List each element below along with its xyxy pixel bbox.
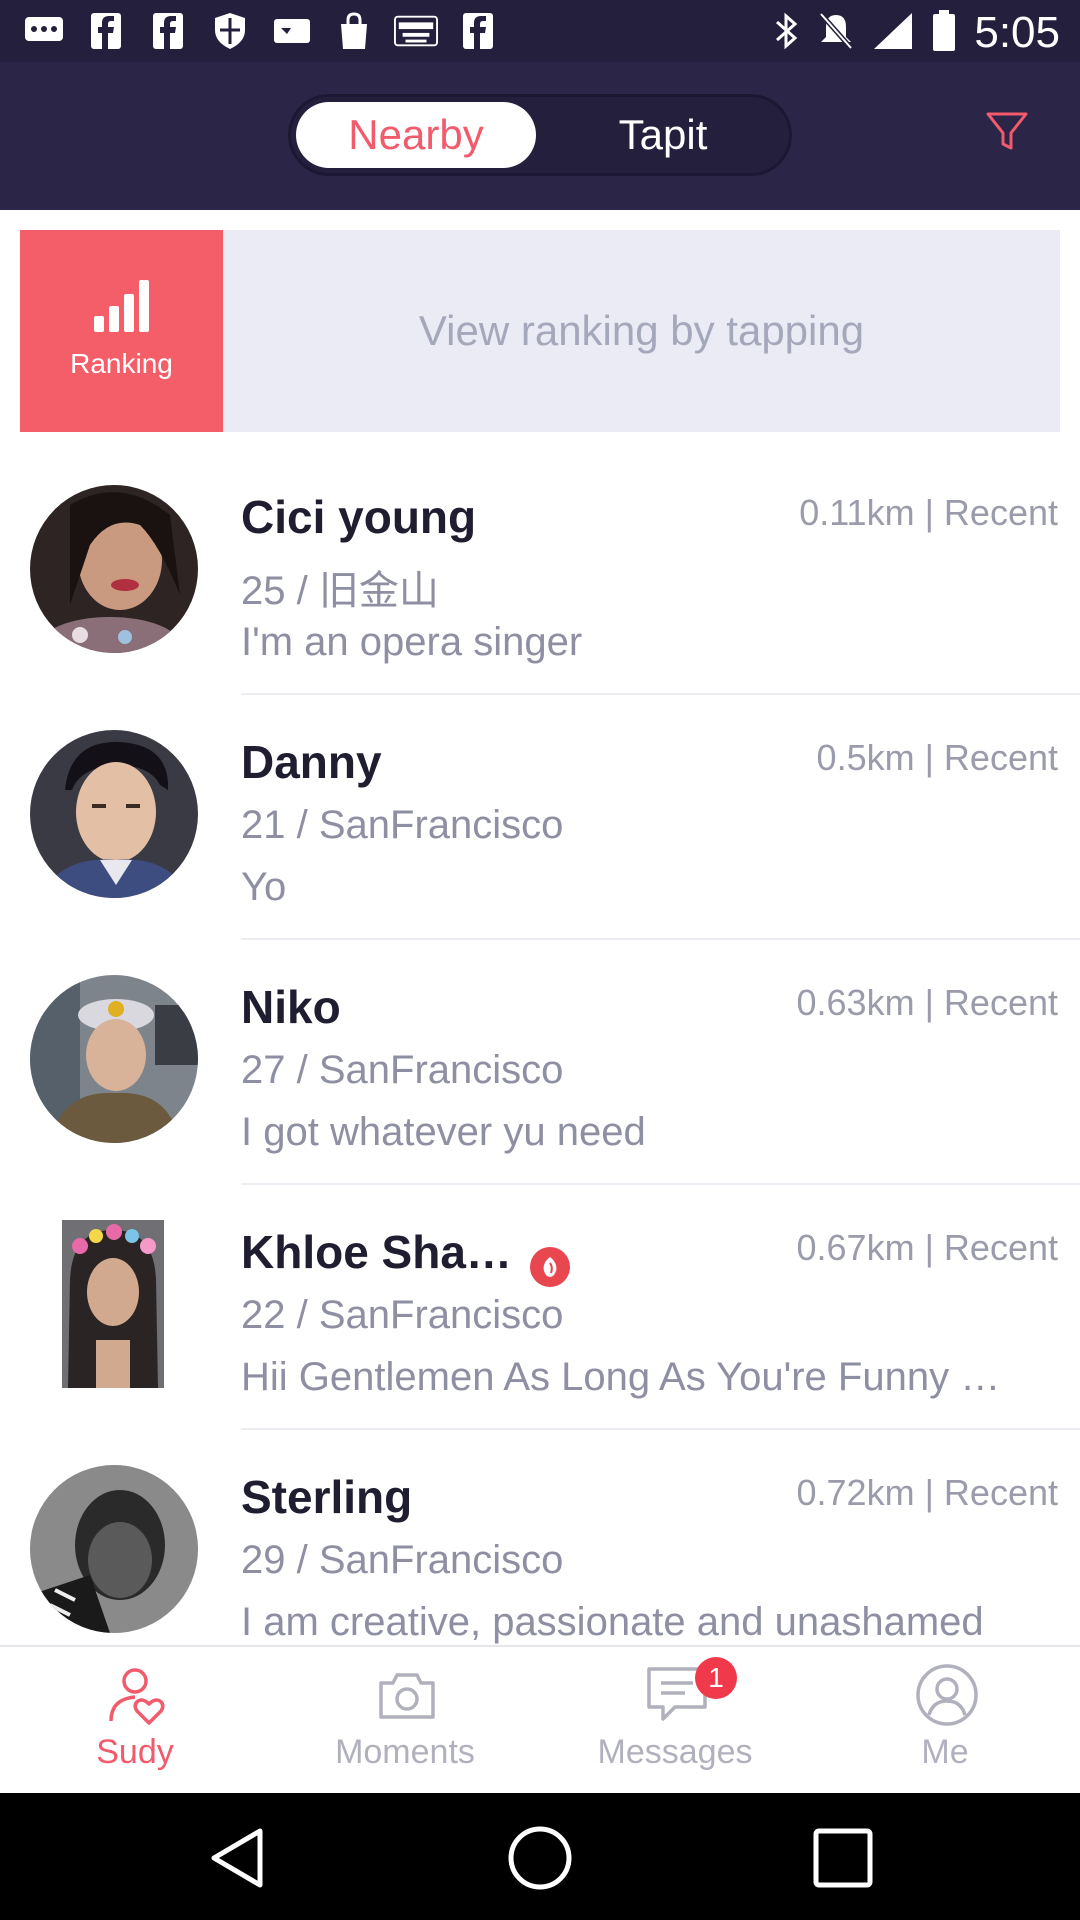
user-icon: [915, 1663, 979, 1727]
ranking-banner[interactable]: Ranking View ranking by tapping: [20, 230, 1060, 432]
bio-text: Yo: [241, 865, 287, 909]
tab-me[interactable]: Me: [810, 1647, 1080, 1795]
bluetooth-icon: [774, 11, 800, 56]
app-screen: 5:05 Nearby Tapit Ranking View ranking b…: [0, 0, 1080, 1920]
person-name: Cici young: [241, 491, 477, 543]
top-header: Nearby Tapit: [0, 62, 1080, 210]
tab-moments[interactable]: Moments: [270, 1647, 540, 1795]
shopping-bag-icon: [332, 12, 376, 50]
recents-icon[interactable]: [808, 1823, 878, 1893]
segmented-control: Nearby Tapit: [288, 94, 792, 176]
clock: 5:05: [974, 8, 1060, 57]
camera-icon: [375, 1663, 439, 1727]
age-location: 27 / SanFrancisco: [241, 1048, 564, 1092]
tab-messages[interactable]: 1 Messages: [540, 1647, 810, 1795]
facebook-icon: [456, 12, 500, 50]
people-list: Cici young 0.11km | Recent 25 / 旧金山 I'm …: [0, 450, 1080, 1645]
distance-text: 0.63km | Recent: [796, 982, 1058, 1023]
ranking-hint: View ranking by tapping: [418, 307, 865, 354]
list-item[interactable]: Cici young 0.11km | Recent 25 / 旧金山 I'm …: [0, 450, 1080, 695]
system-icons: 5:05: [774, 8, 1060, 58]
tab-label: Sudy: [96, 1733, 174, 1771]
distance-text: 0.72km | Recent: [796, 1472, 1058, 1513]
message-icon: [22, 12, 66, 50]
back-icon[interactable]: [204, 1823, 274, 1893]
battery-icon: [932, 9, 956, 57]
shield-icon: [208, 12, 252, 50]
ranking-label: Ranking: [70, 348, 173, 379]
tab-label: Moments: [335, 1733, 475, 1771]
age-location: 29 / SanFrancisco: [241, 1538, 564, 1582]
tab-sudy[interactable]: Sudy: [0, 1647, 270, 1795]
list-item[interactable]: Khloe Sha… 0.67km | Recent 22 / SanFranc…: [0, 1185, 1080, 1430]
list-item[interactable]: Sterling 0.72km | Recent 29 / SanFrancis…: [0, 1430, 1080, 1645]
person-name: Niko: [241, 981, 341, 1033]
ranking-button[interactable]: Ranking: [20, 230, 223, 432]
unread-badge: 1: [695, 1657, 737, 1699]
tab-label: Messages: [597, 1733, 753, 1771]
person-name: Danny: [241, 736, 382, 788]
avatar[interactable]: [30, 1465, 198, 1633]
distance-text: 0.11km | Recent: [799, 492, 1058, 533]
avatar[interactable]: [30, 975, 198, 1143]
tab-nearby[interactable]: Nearby: [296, 102, 536, 168]
espn-icon: [394, 12, 438, 50]
person-name: Sterling: [241, 1471, 413, 1523]
tab-label: Me: [921, 1733, 969, 1771]
tv-icon: [270, 12, 314, 50]
avatar[interactable]: [62, 1220, 164, 1388]
distance-text: 0.67km | Recent: [796, 1227, 1058, 1268]
bio-text: I'm an opera singer: [241, 620, 583, 664]
system-nav-bar: [0, 1793, 1080, 1920]
facebook-icon: [84, 12, 128, 50]
avatar[interactable]: [30, 730, 198, 898]
avatar[interactable]: [30, 485, 198, 653]
age-location: 21 / SanFrancisco: [241, 803, 564, 847]
list-item[interactable]: Niko 0.63km | Recent 27 / SanFrancisco I…: [0, 940, 1080, 1185]
heart-person-icon: [105, 1663, 169, 1727]
tab-tapit[interactable]: Tapit: [543, 102, 783, 168]
status-bar: 5:05: [0, 0, 1080, 62]
bar-chart-icon: [92, 278, 152, 334]
bottom-tab-bar: Sudy Moments 1 Messages Me: [0, 1645, 1080, 1793]
age-location: 22 / SanFrancisco: [241, 1293, 564, 1337]
verified-badge-icon: [530, 1247, 570, 1287]
distance-text: 0.5km | Recent: [816, 737, 1058, 778]
facebook-icon: [146, 12, 190, 50]
list-item[interactable]: Danny 0.5km | Recent 21 / SanFrancisco Y…: [0, 695, 1080, 940]
bio-text: I am creative, passionate and unashamed: [241, 1600, 984, 1644]
filter-icon[interactable]: [982, 106, 1032, 156]
bio-text: I got whatever yu need: [241, 1110, 646, 1154]
bio-text: Hii Gentlemen As Long As You're Funny …: [241, 1355, 1001, 1399]
notification-icons: [22, 12, 500, 50]
silent-icon: [818, 11, 854, 56]
person-name: Khloe Sha…: [241, 1226, 512, 1278]
home-icon[interactable]: [505, 1823, 575, 1893]
signal-icon: [872, 11, 914, 56]
age-location: 25 / 旧金山: [241, 569, 439, 613]
